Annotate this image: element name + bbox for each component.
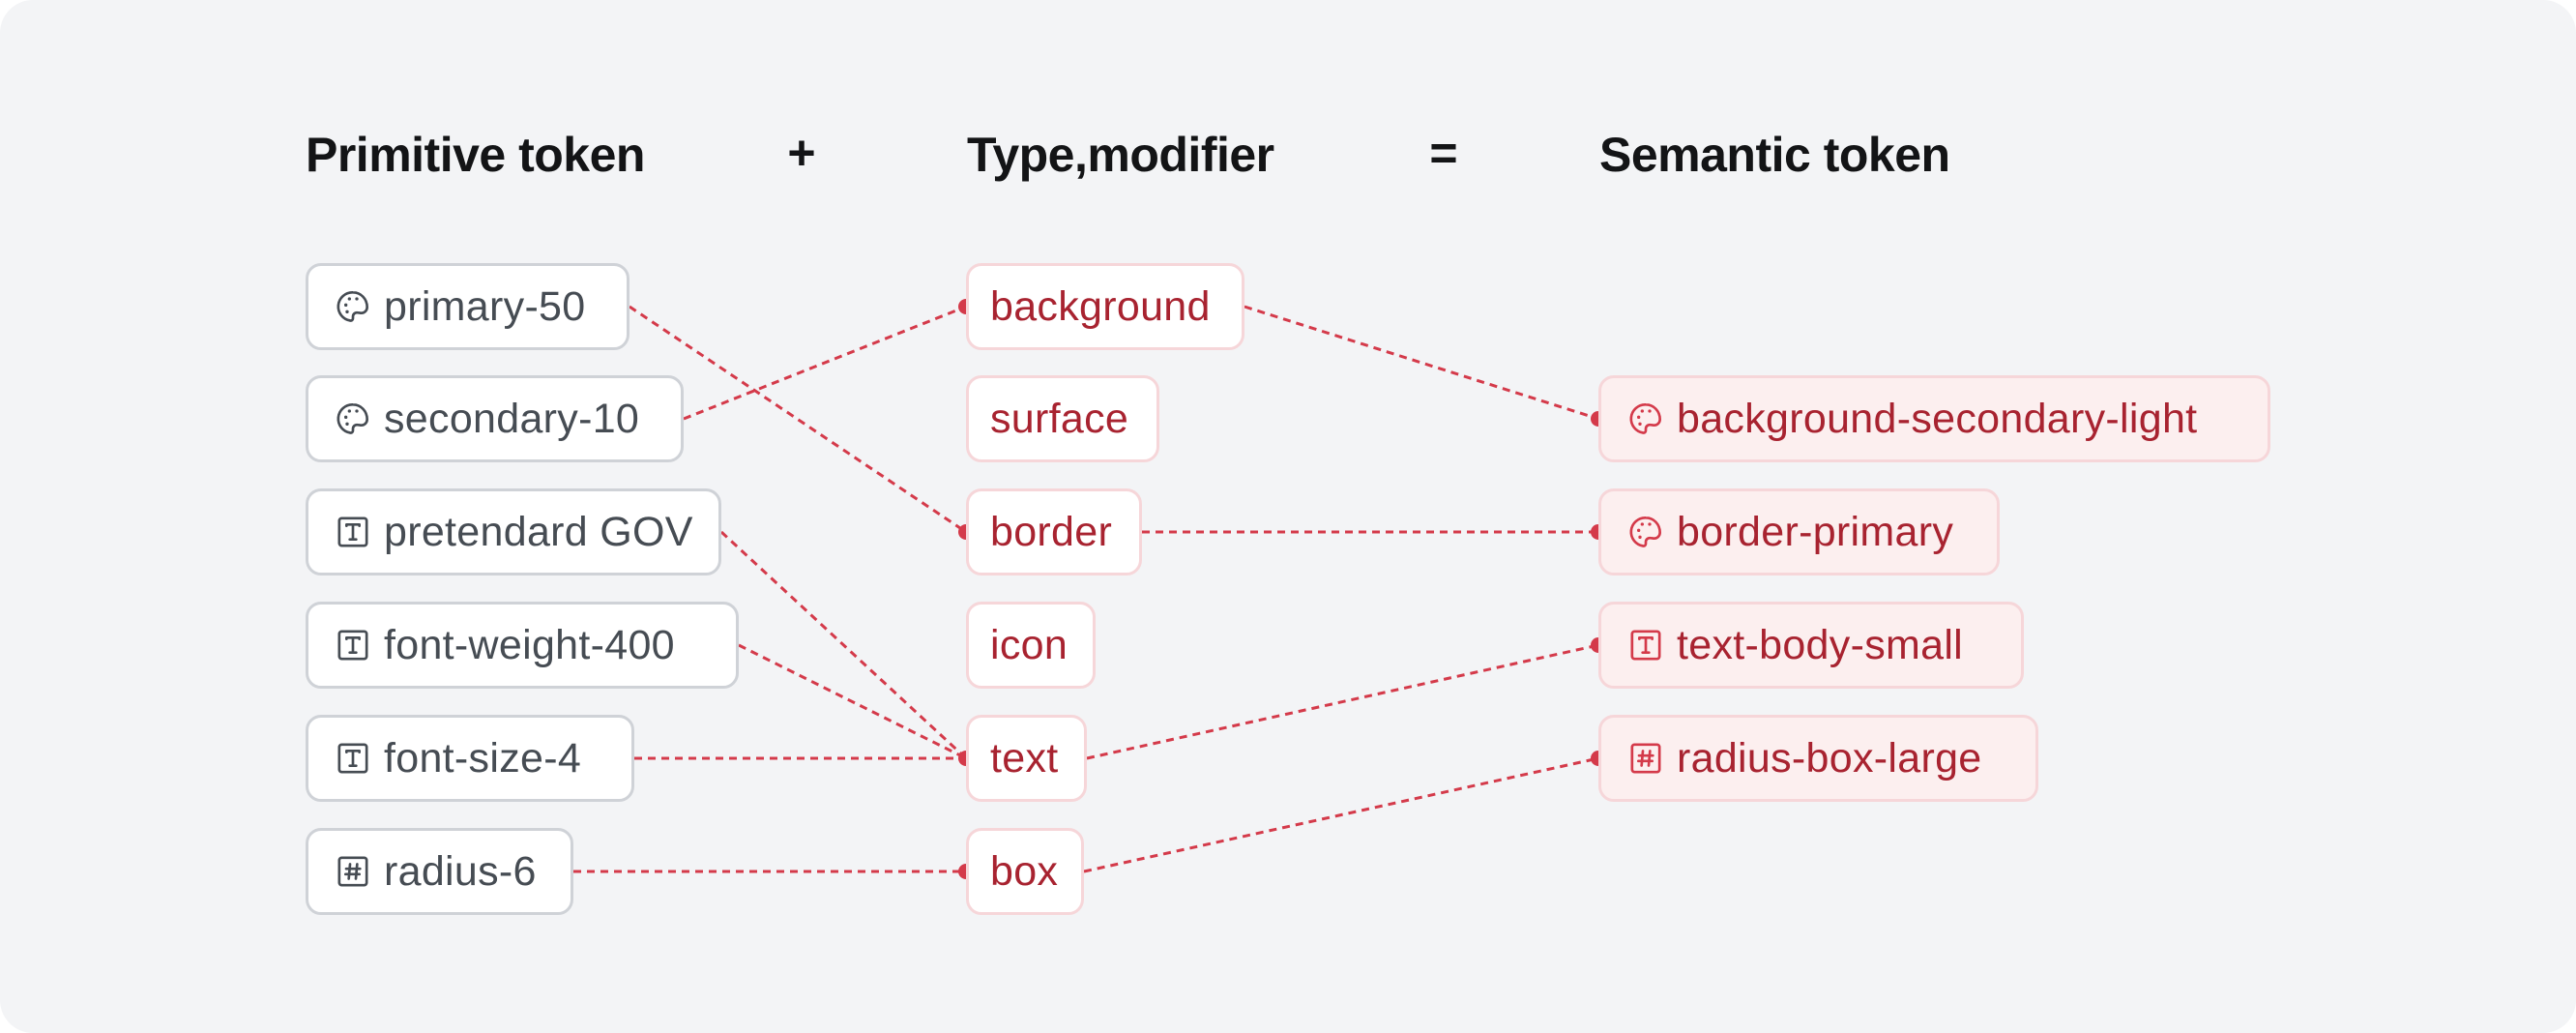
primitive-token-secondary-10[interactable]: secondary-10 (306, 375, 684, 462)
primitive-token-radius-6[interactable]: radius-6 (306, 828, 573, 915)
palette-icon (334, 287, 372, 326)
token-label: radius-6 (384, 847, 537, 895)
modifier-background[interactable]: background (966, 263, 1244, 350)
modifier-surface[interactable]: surface (966, 375, 1159, 462)
palette-icon (334, 399, 372, 438)
modifier-border[interactable]: border (966, 488, 1142, 576)
text-type-icon (334, 626, 372, 664)
semantic-token-radius-box-large[interactable]: radius-box-large (1598, 715, 2038, 802)
modifier-label: border (990, 508, 1113, 555)
modifier-label: icon (990, 621, 1068, 668)
token-label: font-size-4 (384, 734, 582, 782)
connector-secondary-10-to-background (683, 305, 967, 421)
semantic-token-border-primary[interactable]: border-primary (1598, 488, 2000, 576)
text-type-icon (334, 513, 372, 551)
connector-font-weight-400-to-text (738, 643, 967, 760)
modifier-label: box (990, 847, 1059, 895)
modifier-icon[interactable]: icon (966, 602, 1096, 689)
diagram-card: Primitive token + Type,modifier = Semant… (0, 0, 2576, 1033)
palette-icon (1626, 399, 1665, 438)
header-primitive-token: Primitive token (306, 128, 645, 182)
semantic-token-text-body-small[interactable]: text-body-small (1598, 602, 2024, 689)
palette-icon (1626, 513, 1665, 551)
modifier-label: text (990, 734, 1059, 782)
token-label: pretendard GOV (384, 508, 693, 555)
primitive-token-font-weight-400[interactable]: font-weight-400 (306, 602, 739, 689)
equals-operator: = (1429, 126, 1458, 180)
header-type-modifier: Type,modifier (967, 128, 1274, 182)
connector-background-to-background-secondary-light (1244, 305, 1599, 421)
plus-operator: + (787, 126, 816, 180)
modifier-label: background (990, 282, 1211, 330)
primitive-token-primary-50[interactable]: primary-50 (306, 263, 629, 350)
text-type-icon (334, 739, 372, 778)
semantic-token-background-secondary-light[interactable]: background-secondary-light (1598, 375, 2270, 462)
token-label: primary-50 (384, 282, 586, 330)
header-semantic-token: Semantic token (1599, 128, 1950, 182)
token-label: font-weight-400 (384, 621, 675, 668)
token-label: background-secondary-light (1677, 395, 2198, 442)
token-label: border-primary (1677, 508, 1954, 555)
connector-box-to-radius-box-large (1083, 756, 1599, 873)
number-hash-icon (334, 852, 372, 891)
modifier-label: surface (990, 395, 1129, 442)
token-label: secondary-10 (384, 395, 640, 442)
modifier-box[interactable]: box (966, 828, 1084, 915)
connector-pretendard-gov-to-text (719, 530, 968, 760)
token-label: text-body-small (1677, 621, 1964, 668)
number-hash-icon (1626, 739, 1665, 778)
primitive-token-pretendard-gov[interactable]: pretendard GOV (306, 488, 721, 576)
primitive-token-font-size-4[interactable]: font-size-4 (306, 715, 634, 802)
token-label: radius-box-large (1677, 734, 1982, 782)
text-type-icon (1626, 626, 1665, 664)
modifier-text[interactable]: text (966, 715, 1087, 802)
connector-text-to-text-body-small (1086, 643, 1599, 760)
